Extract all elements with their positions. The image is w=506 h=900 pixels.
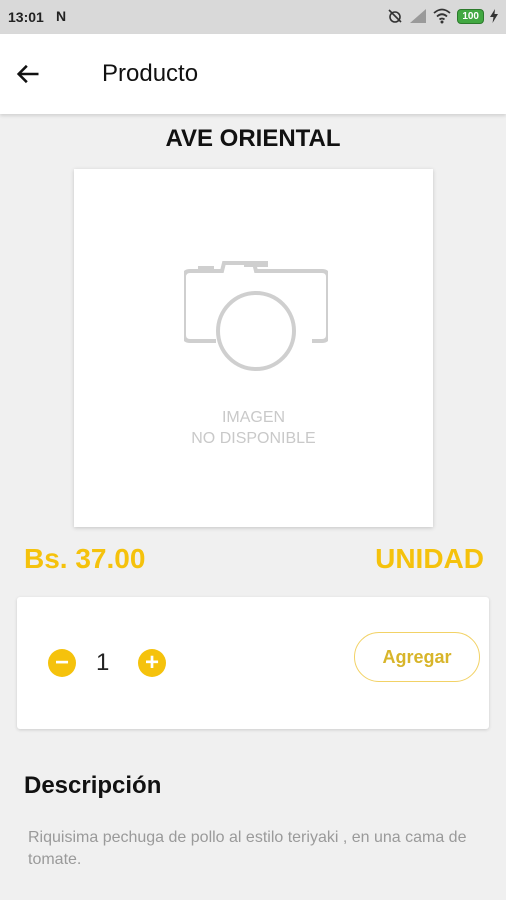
arrow-left-icon[interactable] bbox=[14, 60, 42, 88]
notification-n-icon: N bbox=[56, 8, 67, 24]
image-unavailable-text: IMAGEN NO DISPONIBLE bbox=[74, 407, 433, 449]
quantity-value: 1 bbox=[96, 649, 110, 676]
status-time: 13:01 bbox=[8, 9, 44, 25]
product-name: AVE ORIENTAL bbox=[165, 125, 341, 152]
add-to-cart-button[interactable]: Agregar bbox=[354, 632, 480, 682]
product-unit: UNIDAD bbox=[375, 543, 484, 574]
signal-icon bbox=[410, 9, 427, 23]
image-placeholder-line2: NO DISPONIBLE bbox=[191, 430, 316, 447]
wifi-icon bbox=[433, 8, 451, 24]
status-icons: 100 bbox=[387, 8, 498, 24]
battery-icon: 100 bbox=[457, 8, 484, 24]
charging-icon bbox=[490, 9, 498, 23]
product-price: Bs. 37.00 bbox=[24, 543, 146, 574]
image-placeholder-line1: IMAGEN bbox=[221, 409, 286, 426]
camera-icon bbox=[184, 261, 328, 371]
description-text: Riquisima pechuga de pollo al estilo ter… bbox=[28, 829, 467, 868]
decrease-quantity-button[interactable]: − bbox=[48, 649, 76, 677]
product-image-card: IMAGEN NO DISPONIBLE bbox=[74, 169, 433, 527]
description-title: Descripción bbox=[24, 772, 162, 799]
increase-quantity-button[interactable]: + bbox=[138, 649, 166, 677]
alarm-off-icon bbox=[388, 9, 402, 23]
page-title: Producto bbox=[102, 60, 199, 87]
status-bar: 13:01 N 100 bbox=[0, 0, 506, 34]
app-bar: Producto bbox=[0, 34, 506, 114]
quantity-card: − 1 + Agregar bbox=[17, 597, 489, 729]
